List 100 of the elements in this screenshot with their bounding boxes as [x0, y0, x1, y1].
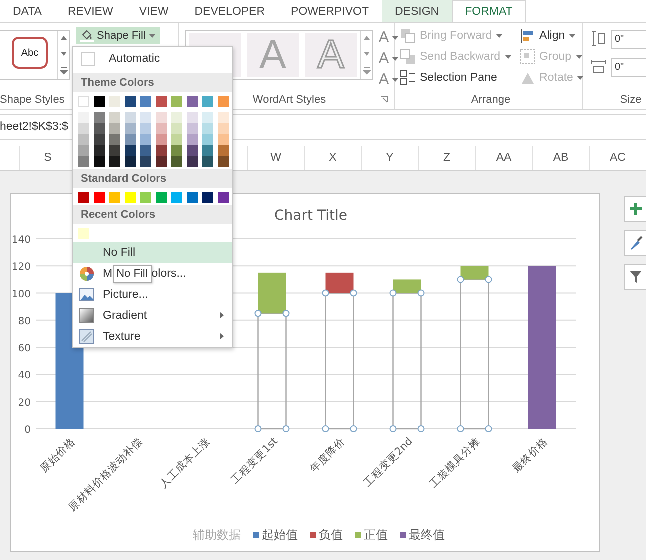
color-swatch[interactable] — [109, 96, 120, 107]
paint-bucket-icon — [80, 29, 94, 42]
color-swatch[interactable] — [124, 192, 136, 203]
color-swatch[interactable] — [186, 96, 198, 107]
ribbon-tab[interactable]: DATA — [0, 0, 55, 22]
column-header[interactable]: AB — [532, 146, 589, 170]
legend-label: 辅助数据 — [193, 528, 241, 542]
shade-swatch-column[interactable] — [156, 112, 166, 167]
shade-swatch-column[interactable] — [109, 112, 120, 167]
color-swatch[interactable] — [109, 192, 120, 203]
ribbon-command[interactable]: Selection Pane — [400, 69, 512, 87]
category-label: 最终价格 — [510, 436, 550, 476]
chart-bar — [326, 272, 354, 294]
color-swatch[interactable] — [94, 192, 104, 203]
category-label: 人工成本上涨 — [158, 436, 213, 491]
text-style-button[interactable]: A — [379, 71, 400, 88]
axis-label: 20 — [18, 398, 31, 409]
color-swatch[interactable] — [171, 96, 182, 107]
color-swatch[interactable] — [218, 192, 228, 203]
category-label: 工装模具分摊 — [428, 436, 483, 491]
axis-label: 0 — [24, 425, 31, 436]
ribbon-tab[interactable]: POWERPIVOT — [278, 0, 382, 22]
shade-swatch-column[interactable] — [218, 112, 228, 167]
shape-style-gallery[interactable]: Abc — [0, 30, 70, 80]
more-icon[interactable] — [362, 67, 370, 75]
color-swatch[interactable] — [140, 192, 151, 203]
color-swatch[interactable] — [218, 96, 228, 107]
menu-item[interactable]: Automatic — [79, 48, 160, 70]
caret-icon — [392, 78, 400, 82]
shade-swatch-column[interactable] — [124, 112, 136, 167]
scroll-up-icon[interactable] — [362, 35, 370, 43]
selection-handle — [457, 276, 464, 284]
menu-item[interactable]: Gradient — [73, 305, 232, 326]
color-swatch[interactable] — [202, 192, 213, 203]
color-swatch[interactable] — [202, 96, 213, 107]
shade-swatch-column[interactable] — [94, 112, 104, 167]
section-heading: Theme Colors — [73, 73, 232, 92]
color-swatch[interactable] — [171, 192, 182, 203]
shade-swatch-column[interactable] — [171, 112, 182, 167]
color-swatch[interactable] — [124, 96, 136, 107]
section-heading: Recent Colors — [73, 205, 232, 224]
color-swatch[interactable] — [156, 192, 166, 203]
color-swatch[interactable] — [186, 192, 198, 203]
color-swatch[interactable] — [140, 96, 151, 107]
picture-icon — [79, 286, 95, 302]
shape-fill-button[interactable]: Shape Fill — [76, 27, 160, 44]
column-header[interactable]: Y — [361, 146, 418, 170]
menu-item[interactable]: No Fill — [73, 242, 232, 263]
shade-swatch-column[interactable] — [78, 112, 89, 167]
column-header[interactable]: AC — [589, 146, 646, 170]
color-swatch[interactable] — [78, 228, 89, 239]
color-swatch[interactable] — [78, 96, 89, 107]
menu-item[interactable]: Picture... — [73, 284, 232, 305]
column-header[interactable]: W — [247, 146, 304, 170]
width-icon — [591, 59, 607, 75]
height-icon — [591, 31, 607, 47]
dialog-launcher-icon[interactable] — [381, 96, 388, 103]
chart-elements-button[interactable] — [624, 196, 646, 222]
color-swatch[interactable] — [78, 192, 89, 203]
caret-icon — [392, 36, 400, 40]
ribbon-tab[interactable]: FORMAT — [452, 0, 526, 22]
column-header[interactable]: X — [304, 146, 361, 170]
group-label: WordArt Styles — [252, 94, 326, 106]
legend-label: 负值 — [319, 528, 343, 542]
selection-handle — [485, 276, 492, 284]
legend-label: 最终值 — [409, 528, 445, 542]
selection-handle — [254, 310, 262, 318]
caret-icon — [392, 56, 400, 60]
chart-styles-button[interactable] — [624, 230, 646, 256]
menu-item[interactable]: M No Fill olors... — [73, 263, 232, 284]
axis-label: 120 — [12, 262, 31, 274]
column-header[interactable]: AA — [475, 146, 532, 170]
chart-filters-button[interactable] — [624, 264, 646, 290]
shade-swatch-column[interactable] — [140, 112, 151, 167]
selection-pane-icon — [400, 70, 416, 86]
text-style-button[interactable]: A — [379, 29, 400, 46]
column-header[interactable]: Z — [418, 146, 475, 170]
size-field[interactable]: 0" — [611, 58, 646, 76]
more-icon[interactable] — [60, 67, 68, 75]
section-heading: Standard Colors — [73, 169, 232, 188]
ribbon-tab[interactable]: DEVELOPER — [182, 0, 278, 22]
selection-handle — [322, 426, 330, 432]
text-style-button[interactable]: A — [379, 50, 400, 67]
ribbon-tab[interactable]: VIEW — [126, 0, 182, 22]
ribbon-tab[interactable]: REVIEW — [54, 0, 126, 22]
group-label: Arrange — [471, 94, 511, 106]
selection-handle — [254, 426, 262, 432]
selection-handle — [457, 426, 464, 432]
shade-swatch-column[interactable] — [202, 112, 213, 167]
color-swatch[interactable] — [94, 96, 104, 107]
shape-style-preview[interactable]: Abc — [12, 37, 48, 69]
fill-color-menu[interactable]: Automatic Theme Colors Standard Colors Recent Colors No Fill M No Fill olors... Picture... Gradient Texture — [72, 46, 233, 348]
scroll-up-icon[interactable] — [60, 35, 68, 43]
filter-icon — [628, 270, 642, 284]
ribbon-tab[interactable]: DESIGN — [382, 0, 452, 22]
color-swatch[interactable] — [156, 96, 166, 107]
shade-swatch-column[interactable] — [186, 112, 198, 167]
ribbon-command[interactable]: Align — [520, 27, 584, 45]
menu-item[interactable]: Texture — [73, 326, 232, 347]
size-field[interactable]: 0" — [611, 30, 646, 48]
